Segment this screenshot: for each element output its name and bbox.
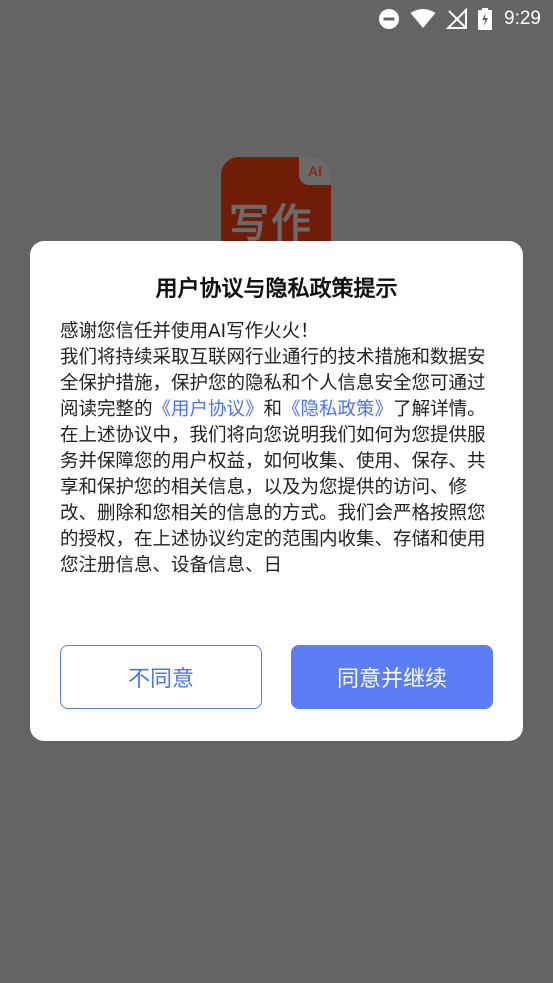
- status-time: 9:29: [504, 8, 541, 29]
- dialog-title: 用户协议与隐私政策提示: [155, 277, 398, 302]
- privacy-policy-link[interactable]: 《隐私政策》: [282, 399, 393, 420]
- dialog-paragraph-measures: 我们将持续采取互联网行业通行的技术措施和数据安全保护措施，保护您的隐私和个人信息…: [60, 345, 494, 423]
- battery-charging-icon: [478, 8, 493, 30]
- logo-ai-badge: AI: [299, 157, 331, 185]
- wifi-icon: [410, 9, 436, 29]
- dialog-paragraph-thanks: 感谢您信任并使用AI写作火火！: [60, 321, 319, 342]
- dialog-paragraph-explanation: 在上述协议中，我们将向您说明我们如何为您提供服务并保障您的用户权益，如何收集、使…: [60, 425, 486, 576]
- decline-button[interactable]: 不同意: [60, 645, 262, 709]
- and-text: 和: [263, 399, 283, 420]
- dialog-body[interactable]: 感谢您信任并使用AI写作火火！ 我们将持续采取互联网行业通行的技术措施和数据安全…: [60, 319, 494, 617]
- user-agreement-link[interactable]: 《用户协议》: [153, 399, 264, 420]
- no-signal-icon: [446, 8, 468, 30]
- do-not-disturb-icon: [378, 8, 400, 30]
- details-text: 了解详情。: [393, 399, 486, 420]
- accept-continue-button[interactable]: 同意并继续: [291, 645, 493, 709]
- privacy-dialog: 用户协议与隐私政策提示 感谢您信任并使用AI写作火火！ 我们将持续采取互联网行业…: [30, 241, 523, 741]
- status-bar: 9:29: [0, 0, 553, 38]
